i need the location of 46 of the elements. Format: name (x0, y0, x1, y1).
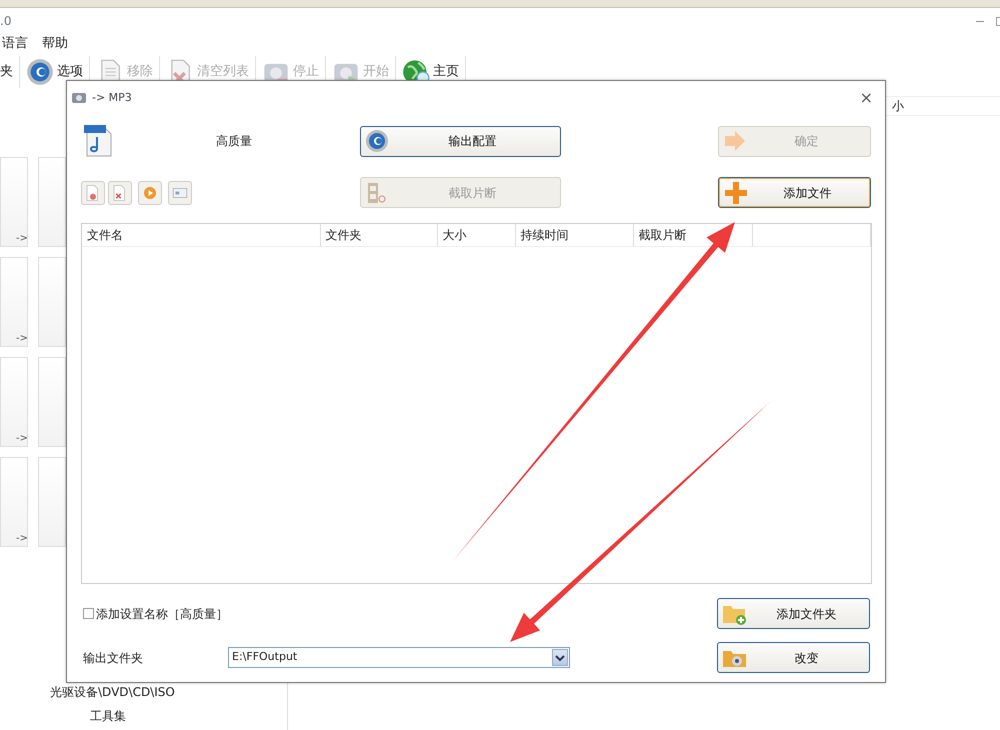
gear-icon (26, 58, 54, 86)
menu-item[interactable]: 帮助 (42, 34, 68, 54)
close-button[interactable]: × (856, 90, 877, 106)
column-header[interactable]: 持续时间 (515, 224, 633, 246)
tile-label: -> (16, 232, 28, 246)
column-header[interactable]: 文件夹 (320, 224, 437, 246)
format-tile[interactable]: -> (0, 157, 28, 247)
config-button[interactable]: 输出配置 (360, 126, 561, 156)
format-tile[interactable] (38, 457, 66, 547)
tile-label: -> (16, 332, 28, 346)
gear-icon (365, 129, 389, 153)
add-folder-button[interactable]: 添加文件夹 (717, 598, 870, 629)
window-title: .0 (0, 13, 12, 30)
arrow-icon (723, 129, 747, 153)
panel-item[interactable]: 工具集 (90, 707, 126, 725)
menu-item[interactable]: 语言 (2, 34, 28, 54)
app-icon (72, 92, 86, 104)
dialog-title: -> MP3 (92, 90, 132, 106)
column-header[interactable]: 大小 (437, 224, 515, 246)
change-button[interactable]: 改变 (717, 642, 870, 673)
toolbar-button[interactable] (81, 180, 105, 204)
output-folder-label: 输出文件夹 (83, 650, 144, 666)
toolbar-button[interactable] (138, 180, 162, 204)
format-tile[interactable]: -> (0, 457, 28, 547)
column-header[interactable]: 文件名 (82, 224, 320, 246)
minimize-icon[interactable] (976, 20, 984, 22)
mp3-file-icon (83, 124, 113, 158)
format-tile[interactable] (38, 357, 66, 447)
column-header[interactable]: 小 (892, 97, 904, 115)
checkbox-label: 添加设置名称［高质量］ (96, 606, 228, 622)
plus-icon (723, 180, 749, 206)
format-tile[interactable]: -> (0, 357, 28, 447)
format-tile[interactable]: -> (0, 257, 28, 347)
checkbox[interactable] (83, 608, 94, 619)
format-tile[interactable] (38, 257, 66, 347)
caret-icon (555, 654, 565, 662)
add-file-button[interactable]: 添加文件 (718, 177, 871, 208)
toolbar-button[interactable] (108, 180, 132, 204)
tile-label: -> (16, 532, 28, 546)
panel-item[interactable]: 光驱设备\DVD\CD\ISO (50, 683, 175, 701)
output-folder-select[interactable]: E:\FFOutput (228, 647, 570, 668)
format-tile[interactable] (38, 157, 66, 247)
toolbar-button[interactable]: 夹 (0, 56, 20, 88)
toolbar-button[interactable] (168, 180, 192, 204)
tile-label: -> (16, 432, 28, 446)
profile-label: 高质量 (216, 133, 253, 150)
